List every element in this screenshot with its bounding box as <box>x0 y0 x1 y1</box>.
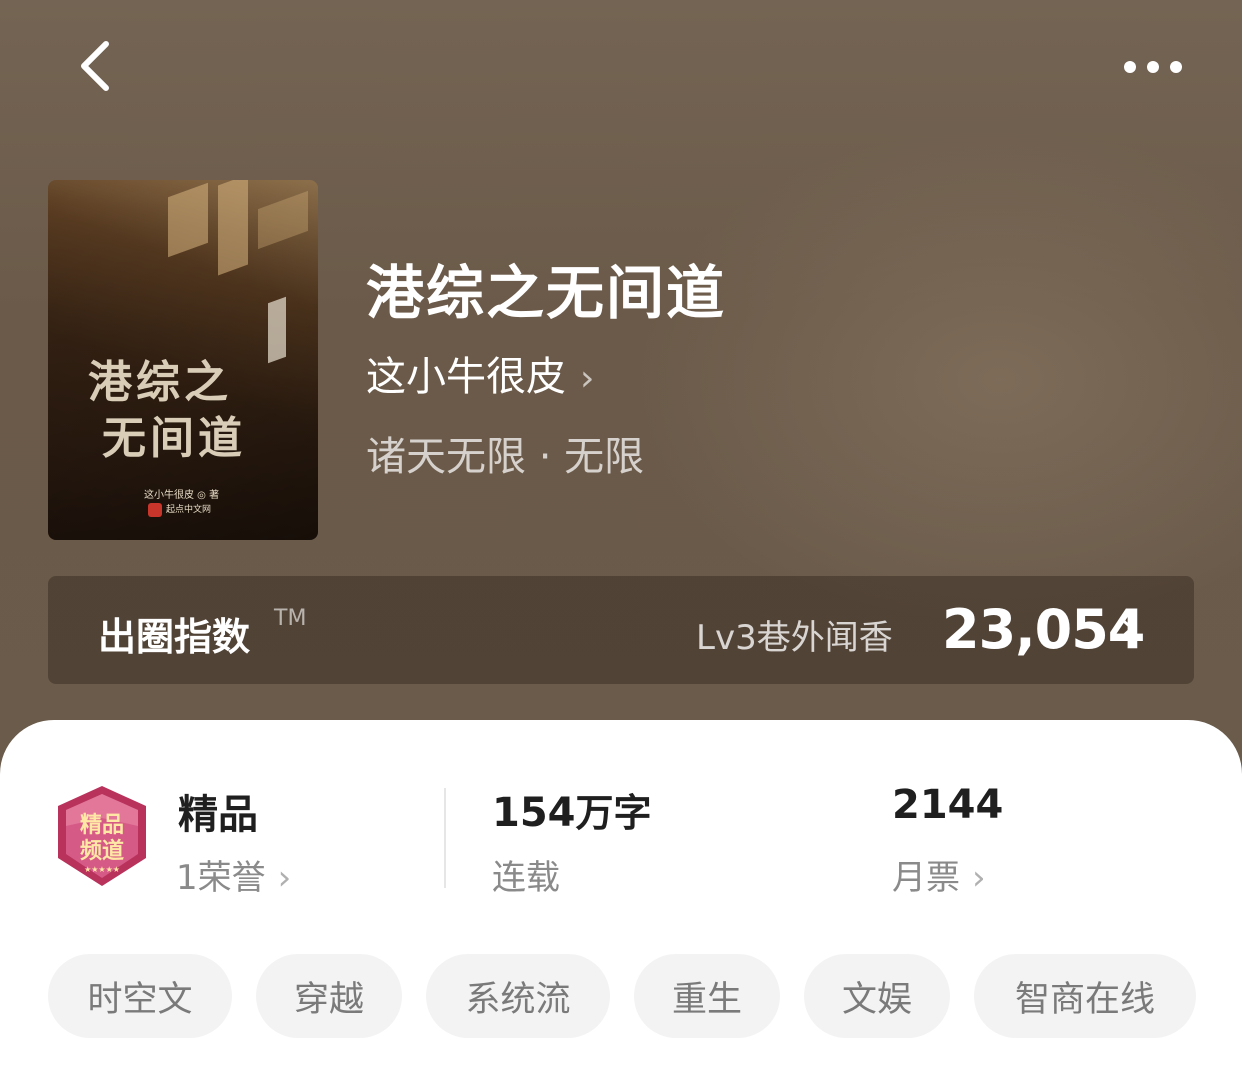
more-dots-icon <box>1124 61 1136 73</box>
index-value: 23,054 <box>942 598 1145 661</box>
tag-chip[interactable]: 重生 <box>634 954 780 1038</box>
chevron-left-icon <box>81 41 109 91</box>
book-cover[interactable]: 港综之 无间道 这小牛很皮 ◎ 著 起点中文网 <box>48 180 318 540</box>
tag-chip[interactable]: 智商在线 <box>974 954 1196 1038</box>
quality-title: 精品 <box>178 792 258 838</box>
index-level: Lv3巷外闻香 <box>696 618 893 658</box>
back-button[interactable] <box>68 36 124 96</box>
svg-text:精品: 精品 <box>80 812 124 838</box>
honor-link[interactable]: 1荣誉 › <box>176 850 291 899</box>
divider <box>444 788 446 888</box>
tag-chip[interactable]: 穿越 <box>256 954 402 1038</box>
cover-title: 港综之 无间道 <box>88 357 246 464</box>
chevron-right-icon: › <box>580 358 595 399</box>
more-button[interactable] <box>1118 52 1188 80</box>
cover-publisher: 起点中文网 <box>148 502 211 517</box>
monthly-ticket-link[interactable]: 月票 › <box>892 850 986 899</box>
svg-text:频道: 频道 <box>80 838 124 864</box>
book-genre: 诸天无限 · 无限 <box>366 434 645 480</box>
chevron-right-icon: › <box>1120 604 1136 650</box>
tag-chip[interactable]: 系统流 <box>426 954 610 1038</box>
monthly-ticket-count: 2144 <box>892 782 1004 828</box>
quality-channel-badge-icon[interactable]: 精品 频道 ★★★★★ <box>52 784 152 888</box>
svg-text:★★★★★: ★★★★★ <box>84 865 120 874</box>
serial-status: 连载 <box>492 858 560 898</box>
popularity-index-bar[interactable]: 出圈指数 TM Lv3巷外闻香 23,054 › <box>48 576 1194 684</box>
tag-chip[interactable]: 文娱 <box>804 954 950 1038</box>
word-count: 154万字 <box>492 790 652 836</box>
book-title: 港综之无间道 <box>366 259 727 327</box>
cover-author: 这小牛很皮 ◎ 著 <box>144 490 220 501</box>
trademark-mark: TM <box>274 606 307 631</box>
chevron-right-icon: › <box>972 858 986 898</box>
author-link[interactable]: 这小牛很皮 › <box>366 344 594 402</box>
index-label: 出圈指数 <box>98 615 251 659</box>
publisher-logo-icon <box>148 502 162 517</box>
tag-chip[interactable]: 时空文 <box>48 954 232 1038</box>
chevron-right-icon: › <box>277 858 292 898</box>
